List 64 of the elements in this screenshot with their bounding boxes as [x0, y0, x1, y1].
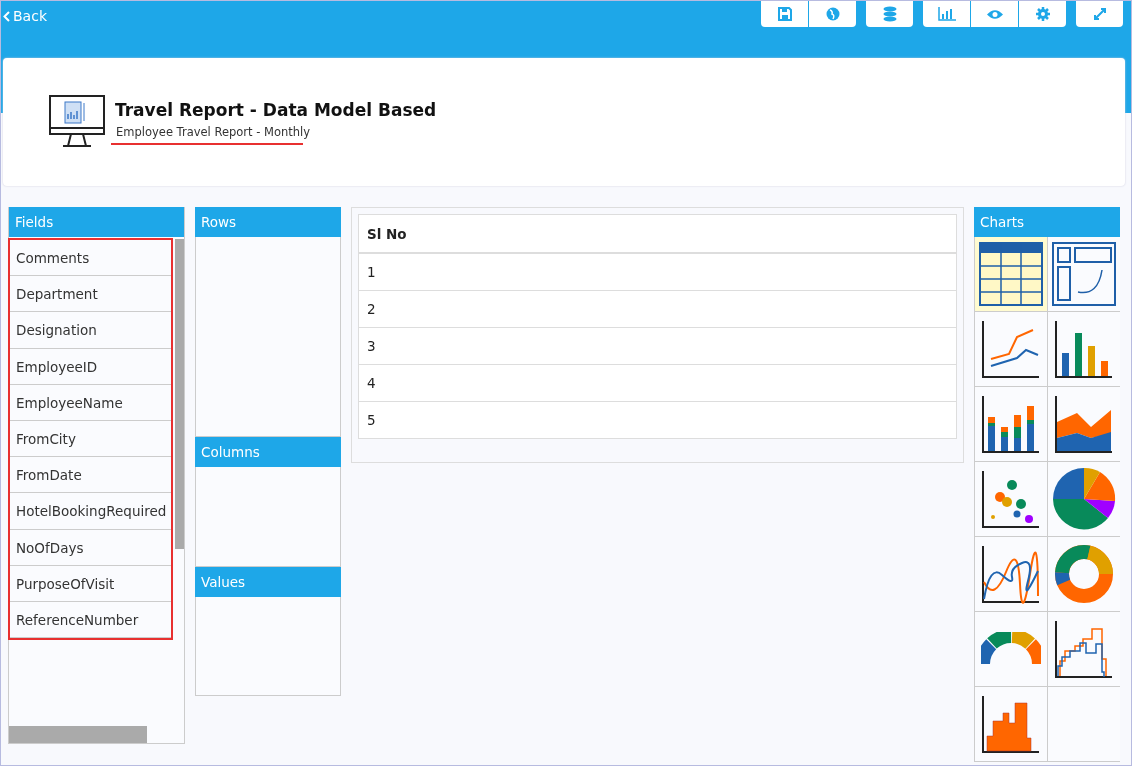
panel-header: Values: [195, 567, 341, 597]
chart-type-button[interactable]: [974, 237, 1047, 312]
save-button[interactable]: [761, 1, 808, 27]
step-chart-icon: [1054, 619, 1114, 679]
report-title: Travel Report - Data Model Based: [115, 99, 437, 120]
field-item[interactable]: NoOfDays: [10, 529, 171, 566]
globe-button[interactable]: [809, 1, 856, 27]
spline-chart-icon: [981, 544, 1041, 604]
field-item[interactable]: FromDate: [10, 457, 171, 494]
chart-type-button[interactable]: [1047, 237, 1120, 312]
scrollbar-thumb[interactable]: [9, 726, 147, 743]
panel-header: Columns: [195, 437, 341, 467]
chart-type-button[interactable]: [1047, 612, 1120, 687]
column-header: Sl No: [358, 214, 957, 253]
globe-icon: [825, 7, 840, 21]
expand-button[interactable]: [1076, 1, 1123, 27]
report-subtitle: Employee Travel Report - Monthly: [115, 124, 312, 139]
chart-type-button[interactable]: [974, 387, 1047, 462]
chart-type-button[interactable]: [1047, 387, 1120, 462]
chevron-left-icon: [3, 10, 10, 22]
panel-header: Fields: [9, 207, 184, 237]
panel-header: Rows: [195, 207, 341, 237]
eye-button[interactable]: [971, 1, 1018, 27]
field-item[interactable]: HotelBookingRequired: [10, 493, 171, 530]
field-item[interactable]: Comments: [10, 240, 171, 277]
table-cell: 3: [358, 327, 957, 365]
eye-icon: [986, 8, 1003, 20]
stacked-bar-chart-icon: [981, 394, 1041, 454]
chart-type-button[interactable]: [974, 462, 1047, 537]
bubble-chart-icon: [981, 469, 1041, 529]
pie-chart-icon: [1052, 467, 1116, 531]
save-icon: [777, 7, 792, 21]
chart-type-button[interactable]: [974, 537, 1047, 612]
bar-chart-icon: [1054, 319, 1114, 379]
donut-chart-icon: [1054, 544, 1114, 604]
settings-button[interactable]: [1019, 1, 1066, 27]
panel-header: Charts: [974, 207, 1120, 237]
database-icon: [882, 6, 897, 22]
line-chart-icon: [981, 319, 1041, 379]
scrollbar-thumb[interactable]: [175, 239, 184, 549]
field-item[interactable]: Department: [10, 276, 171, 313]
field-item[interactable]: PurposeOfVisit: [10, 565, 171, 602]
table-cell: 2: [358, 290, 957, 328]
table-cell: 1: [358, 253, 957, 291]
field-item[interactable]: ReferenceNumber: [10, 601, 171, 639]
table-cell: 4: [358, 364, 957, 402]
table-icon: [979, 242, 1043, 306]
area-chart-icon: [1054, 394, 1114, 454]
chart-type-button[interactable]: [974, 687, 1047, 762]
histogram-icon: [981, 694, 1041, 754]
settings-icon: [1035, 7, 1050, 21]
field-item[interactable]: Designation: [10, 312, 171, 349]
field-item[interactable]: FromCity: [10, 420, 171, 458]
expand-icon: [1092, 7, 1107, 21]
chart-type-button[interactable]: [1047, 312, 1120, 387]
monitor-report-icon: [49, 95, 105, 149]
field-item[interactable]: EmployeeName: [10, 384, 171, 421]
field-item[interactable]: EmployeeID: [10, 348, 171, 385]
chart-type-button[interactable]: [974, 312, 1047, 387]
bar-chart-button[interactable]: [923, 1, 970, 27]
bar-chart-icon: [937, 7, 956, 21]
database-button[interactable]: [866, 1, 913, 27]
pivot-layout-icon: [1052, 242, 1116, 306]
table-cell: 5: [358, 401, 957, 439]
